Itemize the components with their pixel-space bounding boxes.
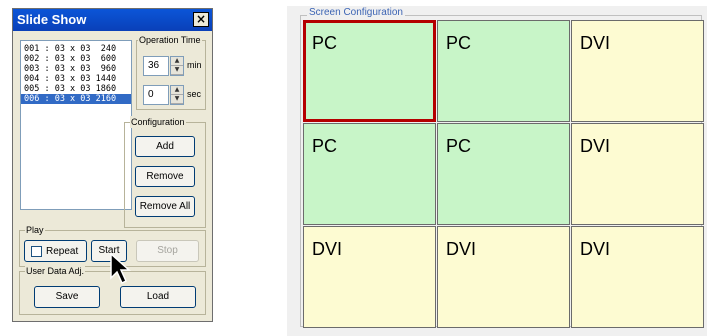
repeat-checkbox-button[interactable]: Repeat [24, 240, 87, 262]
screen-cell[interactable]: PC [303, 20, 436, 122]
seconds-unit: sec [187, 89, 202, 99]
spin-up-icon[interactable]: ▲ [171, 57, 183, 66]
screen-cell[interactable]: DVI [571, 20, 704, 122]
list-item[interactable]: 002 : 03 x 03 600 [21, 54, 131, 64]
seconds-input[interactable]: 0 [143, 85, 169, 105]
close-icon: × [195, 12, 207, 26]
slide-list[interactable]: 001 : 03 x 03 240 002 : 03 x 03 600 003 … [20, 40, 132, 210]
close-button[interactable]: × [193, 12, 209, 27]
configuration-group: Configuration Add Remove Remove All [124, 116, 206, 228]
spin-down-icon[interactable]: ▼ [171, 66, 183, 75]
spin-up-icon[interactable]: ▲ [171, 86, 183, 95]
screen-configuration-label: Screen Configuration [307, 7, 405, 18]
add-button[interactable]: Add [135, 136, 195, 157]
stop-button[interactable]: Stop [136, 240, 199, 262]
minutes-unit: min [187, 60, 202, 70]
operation-time-label: Operation Time [138, 34, 202, 46]
screen-cell[interactable]: DVI [571, 226, 704, 328]
list-item-selected[interactable]: 006 : 03 x 03 2160 [21, 94, 131, 104]
minutes-spinner[interactable]: ▲ ▼ [170, 56, 184, 76]
list-item[interactable]: 003 : 03 x 03 960 [21, 64, 131, 74]
list-item[interactable]: 001 : 03 x 03 240 [21, 44, 131, 54]
minutes-input[interactable]: 36 [143, 56, 169, 76]
remove-button[interactable]: Remove [135, 166, 195, 187]
save-button[interactable]: Save [34, 286, 100, 308]
list-item[interactable]: 005 : 03 x 03 1860 [21, 84, 131, 94]
load-button[interactable]: Load [120, 286, 196, 308]
remove-all-button[interactable]: Remove All [135, 196, 195, 217]
operation-time-group: Operation Time 36 ▲ ▼ min 0 ▲ ▼ sec [136, 34, 206, 110]
play-label: Play [25, 224, 45, 236]
screen-cell[interactable]: PC [437, 123, 570, 225]
user-data-label: User Data Adj. [25, 265, 86, 277]
configuration-label: Configuration [130, 116, 186, 128]
screen-cell[interactable]: PC [303, 123, 436, 225]
title-bar[interactable]: Slide Show × [13, 9, 212, 31]
screen-cell[interactable]: DVI [571, 123, 704, 225]
repeat-checkbox[interactable] [31, 246, 42, 257]
screen-cell[interactable]: PC [437, 20, 570, 122]
repeat-label: Repeat [46, 246, 79, 257]
window-title: Slide Show [17, 12, 87, 27]
seconds-spinner[interactable]: ▲ ▼ [170, 85, 184, 105]
screen-cell[interactable]: DVI [303, 226, 436, 328]
screen-configuration-panel: Screen Configuration PC PC DVI PC PC DVI… [287, 6, 707, 336]
mouse-pointer-icon [110, 252, 131, 285]
screen-cell[interactable]: DVI [437, 226, 570, 328]
list-item[interactable]: 004 : 03 x 03 1440 [21, 74, 131, 84]
spin-down-icon[interactable]: ▼ [171, 95, 183, 104]
